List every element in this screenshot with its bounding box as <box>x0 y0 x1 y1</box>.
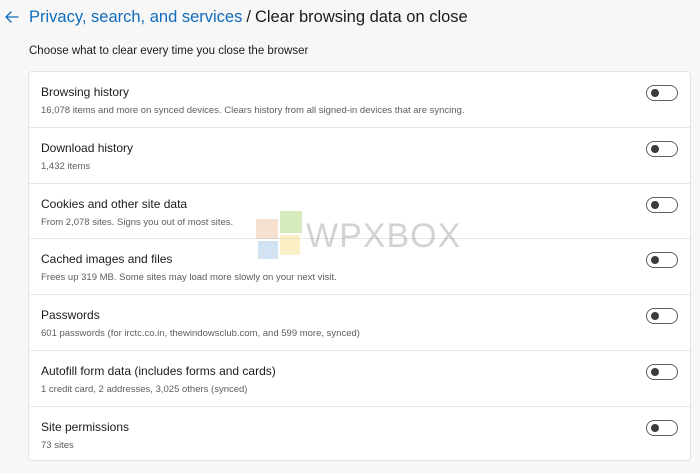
site-permissions-toggle[interactable] <box>646 419 678 436</box>
toggle-knob <box>651 89 659 97</box>
back-button[interactable] <box>2 7 22 27</box>
autofill-toggle[interactable] <box>646 363 678 380</box>
breadcrumb-separator: / <box>246 8 251 26</box>
setting-title: Browsing history <box>41 85 130 99</box>
section-description: Choose what to clear every time you clos… <box>29 45 309 57</box>
setting-row-cookies: Cookies and other site data From 2,078 s… <box>29 184 690 240</box>
setting-title: Site permissions <box>41 419 130 434</box>
setting-description: 73 sites <box>41 439 74 451</box>
setting-row-passwords: Passwords 601 passwords (for irctc.co.in… <box>29 295 690 351</box>
setting-title: Download history <box>41 140 134 155</box>
toggle-knob <box>651 256 659 265</box>
setting-title: Autofill form data (includes forms and c… <box>41 363 276 378</box>
setting-title: Passwords <box>41 308 100 323</box>
settings-list: Browsing history 16,078 items and more o… <box>28 71 691 461</box>
toggle-knob <box>651 367 659 376</box>
passwords-toggle[interactable] <box>646 308 678 325</box>
page-header: Privacy, search, and services / Clear brow… <box>0 0 700 40</box>
toggle-knob <box>651 200 659 209</box>
cached-images-toggle[interactable] <box>646 252 678 269</box>
setting-description: 1 credit card, 2 addresses, 3,025 others… <box>41 383 248 395</box>
setting-row-browsing-history: Browsing history 16,078 items and more o… <box>29 72 690 128</box>
toggle-knob <box>651 312 659 321</box>
browsing-history-toggle[interactable] <box>646 85 678 101</box>
setting-description: 1,432 items <box>41 160 91 172</box>
setting-title: Cookies and other site data <box>41 196 188 211</box>
setting-description: From 2,078 sites. Signs you out of most … <box>41 216 234 228</box>
download-history-toggle[interactable] <box>646 140 678 157</box>
arrow-left-icon <box>5 11 19 23</box>
setting-row-site-permissions: Site permissions 73 sites <box>29 407 690 460</box>
breadcrumb-current: Clear browsing data on close <box>254 8 468 26</box>
breadcrumb-parent-link[interactable]: Privacy, search, and services <box>29 8 242 26</box>
cookies-toggle[interactable] <box>646 196 678 213</box>
setting-title: Cached images and files <box>41 252 173 267</box>
setting-description: 16,078 items and more on synced devices.… <box>41 105 465 116</box>
page-title: Privacy, search, and services / Clear brow… <box>29 8 468 27</box>
setting-row-cached-images: Cached images and files Frees up 319 MB.… <box>29 239 690 296</box>
toggle-knob <box>651 144 659 153</box>
setting-description: 601 passwords (for irctc.co.in, thewindo… <box>41 328 360 340</box>
setting-row-autofill: Autofill form data (includes forms and c… <box>29 351 690 407</box>
setting-description: Frees up 319 MB. Some sites may load mor… <box>41 272 337 284</box>
toggle-knob <box>651 423 659 432</box>
setting-row-download-history: Download history 1,432 items <box>29 128 690 184</box>
